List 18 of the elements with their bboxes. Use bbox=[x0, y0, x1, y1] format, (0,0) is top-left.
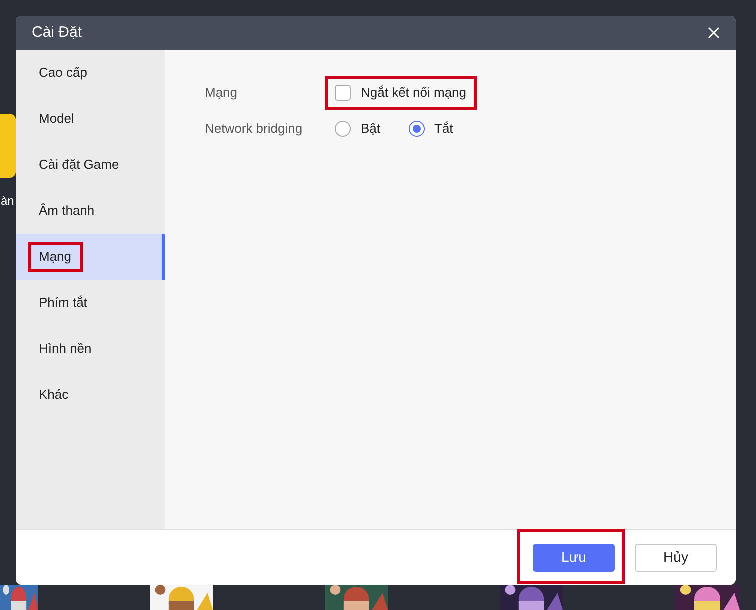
close-icon[interactable] bbox=[708, 27, 720, 39]
sidebar-item[interactable]: Khác bbox=[16, 372, 165, 418]
radio-option[interactable]: Bật bbox=[335, 119, 381, 139]
sidebar-item[interactable]: Cao cấp bbox=[16, 50, 165, 96]
setting-label: Mạng bbox=[205, 84, 239, 102]
disconnect-checkbox[interactable]: Ngắt kết nối mạng bbox=[325, 76, 477, 110]
sidebar-item[interactable]: Phím tắt bbox=[16, 280, 165, 326]
sidebar-item[interactable]: Hình nền bbox=[16, 326, 165, 372]
app-label: àn bbox=[1, 193, 14, 210]
radio-option[interactable]: Tắt bbox=[408, 119, 454, 139]
sidebar-item[interactable]: Âm thanh bbox=[16, 188, 165, 234]
cancel-button[interactable]: Hủy bbox=[635, 544, 717, 572]
sidebar-item[interactable]: Model bbox=[16, 96, 165, 142]
sidebar-item[interactable]: Mạng bbox=[16, 234, 165, 280]
sidebar-item[interactable]: Cài đặt Game bbox=[16, 142, 165, 188]
save-button[interactable]: Lưu bbox=[533, 544, 615, 572]
window-title: Cài Đặt bbox=[32, 22, 82, 43]
setting-label: Network bridging bbox=[205, 120, 304, 138]
